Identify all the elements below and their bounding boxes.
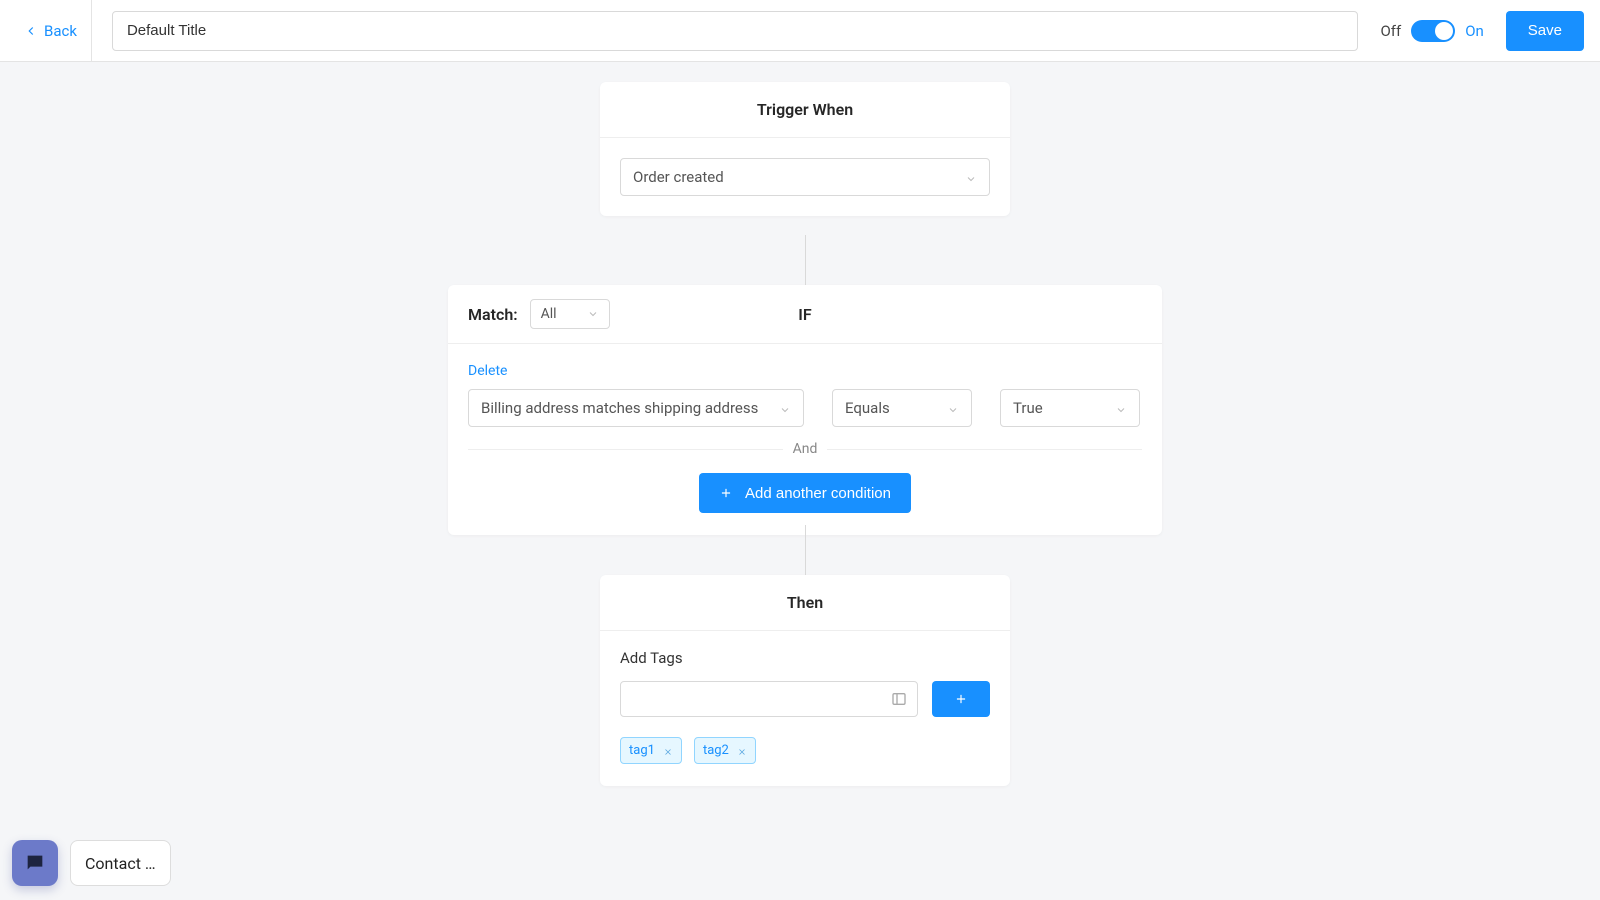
add-tags-label: Add Tags [620, 649, 990, 667]
title-input[interactable] [112, 11, 1358, 51]
close-icon[interactable] [737, 746, 747, 756]
add-condition-button[interactable]: Add another condition [699, 473, 911, 513]
trigger-card: Trigger When Order created [600, 82, 1010, 216]
tag-chip: tag2 [694, 737, 756, 764]
tag-chip-label: tag2 [703, 743, 729, 758]
match-select[interactable]: All [530, 299, 610, 329]
tag-picker-icon [891, 691, 907, 707]
condition-value-value: True [1013, 399, 1043, 417]
add-condition-label: Add another condition [745, 485, 891, 502]
save-button[interactable]: Save [1506, 11, 1584, 51]
enable-toggle[interactable] [1411, 20, 1455, 42]
tag-chip: tag1 [620, 737, 682, 764]
chevron-down-icon [947, 402, 959, 414]
chat-bubble-button[interactable] [12, 840, 58, 886]
trigger-select[interactable]: Order created [620, 158, 990, 196]
then-card: Then Add Tags tag1 [600, 575, 1010, 786]
condition-operator-select[interactable]: Equals [832, 389, 972, 427]
trigger-select-value: Order created [633, 168, 724, 186]
plus-icon [954, 692, 968, 706]
back-label: Back [44, 22, 77, 40]
condition-operator-value: Equals [845, 399, 890, 417]
toggle-on-label: On [1465, 22, 1484, 40]
chat-icon [24, 852, 46, 874]
and-label: And [793, 441, 818, 457]
match-select-value: All [541, 306, 557, 322]
back-button[interactable]: Back [10, 0, 92, 62]
contact-button[interactable]: Contact … [70, 840, 171, 886]
if-card: Match: All IF Delete Billing address mat… [448, 285, 1162, 535]
divider-line [468, 449, 783, 450]
divider-line [827, 449, 1142, 450]
condition-field-value: Billing address matches shipping address [481, 399, 758, 417]
tag-input[interactable] [620, 681, 918, 717]
connector-line [805, 235, 806, 285]
match-label: Match: [468, 305, 518, 324]
plus-icon [719, 486, 733, 500]
chevron-down-icon [965, 171, 977, 183]
arrow-left-icon [24, 24, 38, 38]
condition-field-select[interactable]: Billing address matches shipping address [468, 389, 804, 427]
trigger-header: Trigger When [600, 82, 1010, 138]
add-tag-button[interactable] [932, 681, 990, 717]
condition-value-select[interactable]: True [1000, 389, 1140, 427]
toggle-off-label: Off [1380, 22, 1401, 40]
chevron-down-icon [1115, 402, 1127, 414]
contact-label: Contact … [85, 854, 156, 873]
connector-line [805, 525, 806, 575]
chevron-down-icon [587, 308, 599, 320]
then-header: Then [600, 575, 1010, 631]
close-icon[interactable] [663, 746, 673, 756]
tag-chip-label: tag1 [629, 743, 655, 758]
delete-link[interactable]: Delete [468, 363, 507, 379]
if-title: IF [798, 305, 811, 324]
chevron-down-icon [779, 402, 791, 414]
